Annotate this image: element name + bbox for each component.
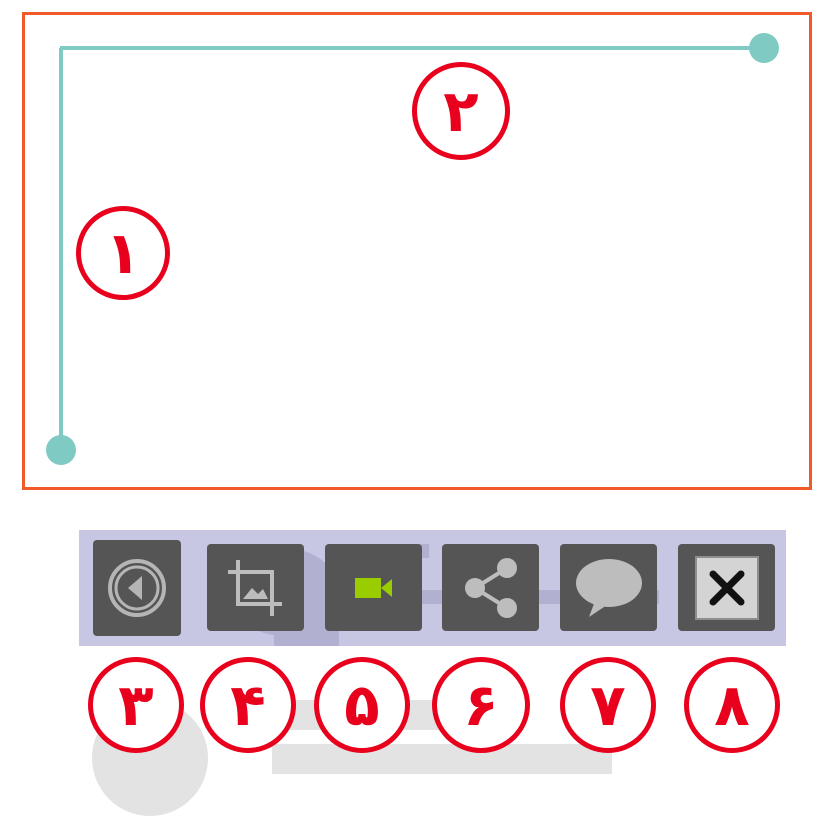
callout-marker-3-label: ٣ (118, 671, 154, 739)
callout-marker-2-label: ٢ (443, 77, 479, 145)
callout-marker-2: ٢ (412, 62, 510, 160)
callout-marker-6-label: ۶ (463, 671, 499, 739)
bottom-left-resize-handle[interactable] (46, 435, 76, 465)
callout-marker-4: ۴ (200, 657, 296, 753)
callout-marker-5: ۵ (314, 657, 410, 753)
back-button[interactable] (93, 540, 181, 636)
callout-marker-5-label: ۵ (344, 671, 380, 739)
comment-button[interactable] (560, 544, 657, 631)
callout-marker-7: ٧ (560, 657, 656, 753)
callout-marker-4-label: ۴ (230, 671, 266, 739)
callout-marker-1: ١ (76, 206, 170, 300)
callout-marker-7-label: ٧ (590, 671, 626, 739)
video-camera-icon (354, 576, 394, 600)
left-guide-line[interactable] (59, 48, 63, 450)
callout-marker-3: ٣ (88, 657, 184, 753)
callout-marker-1-label: ١ (105, 219, 141, 287)
crop-icon (224, 558, 288, 618)
close-icon (694, 555, 759, 620)
close-button[interactable] (678, 544, 775, 631)
speech-bubble-icon (573, 557, 645, 619)
back-arrow-icon (106, 557, 168, 619)
callout-marker-8: ٨ (684, 657, 780, 753)
background-ghost-bar (272, 744, 612, 774)
share-icon (459, 556, 523, 620)
crop-button[interactable] (207, 544, 304, 631)
top-guide-line[interactable] (60, 46, 765, 50)
callout-marker-8-label: ٨ (714, 671, 750, 739)
record-video-button[interactable] (325, 544, 422, 631)
callout-marker-6: ۶ (432, 657, 530, 753)
share-button[interactable] (442, 544, 539, 631)
top-right-resize-handle[interactable] (749, 33, 779, 63)
